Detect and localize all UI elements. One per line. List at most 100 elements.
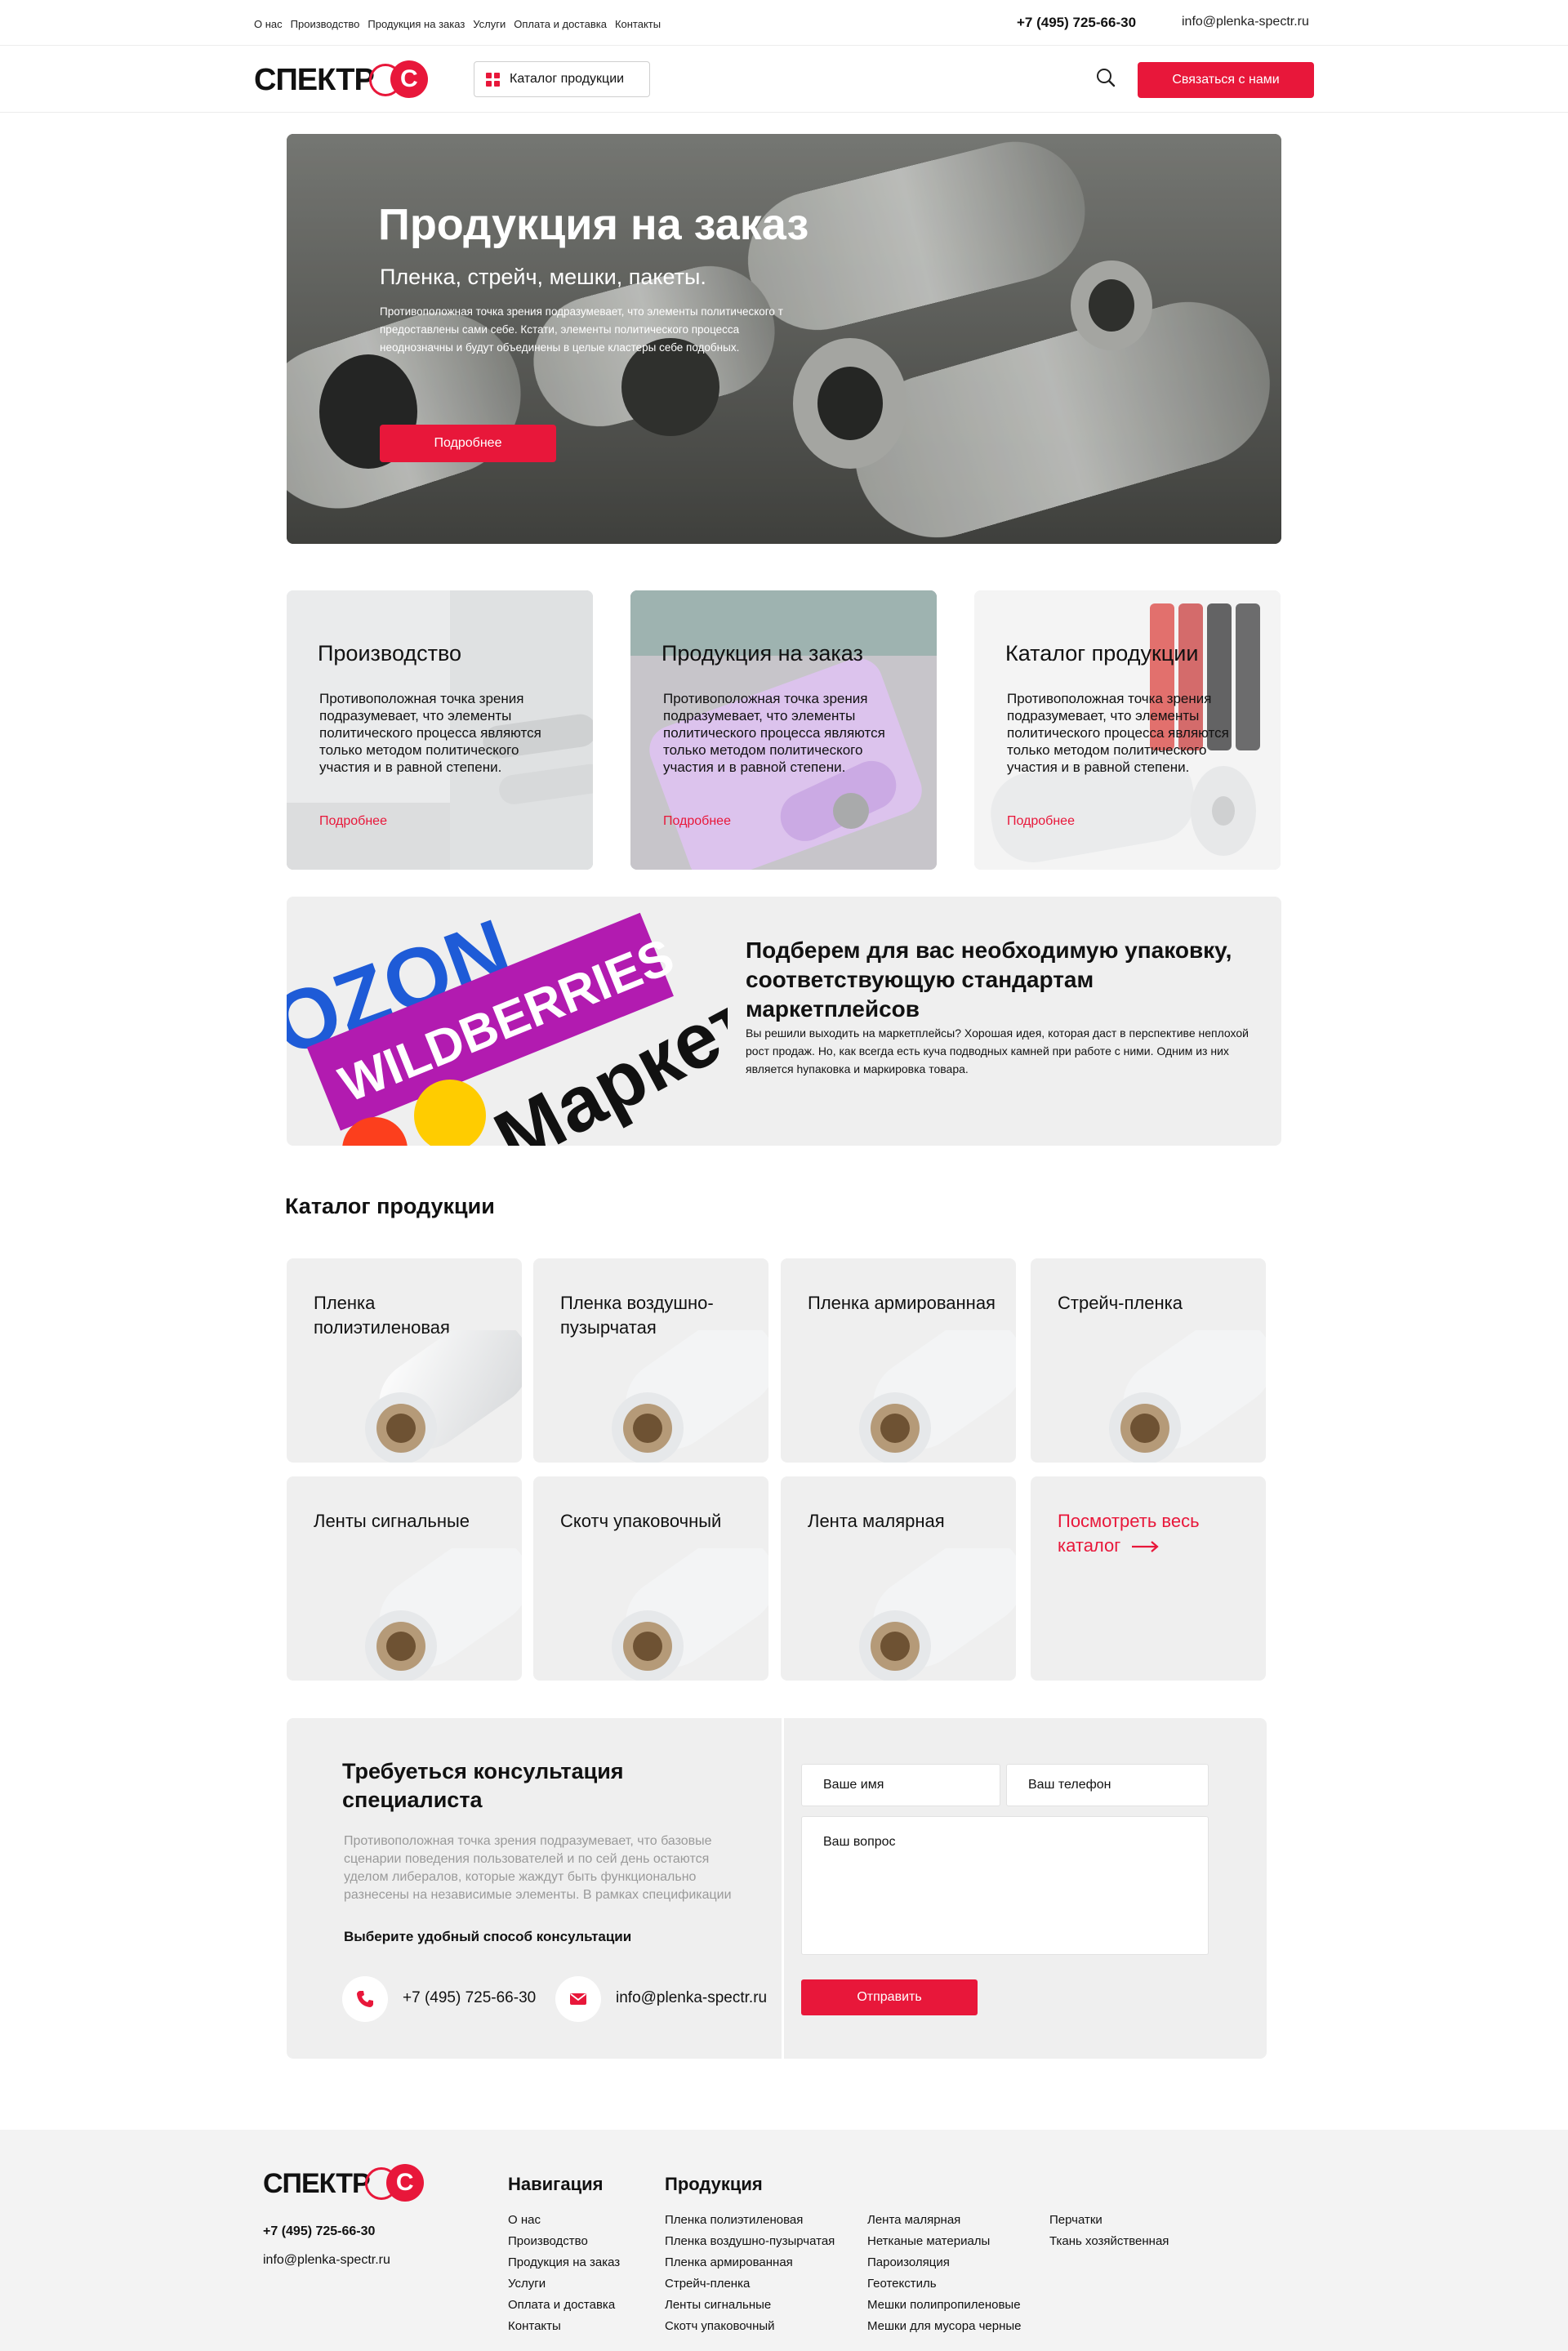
footer: СПЕКТР С +7 (495) 725-66-30 info@plenka-… xyxy=(0,2130,1568,2351)
feature-card-production[interactable]: Производство Противоположная точка зрени… xyxy=(287,590,593,870)
footer-logo[interactable]: СПЕКТР С xyxy=(263,2162,424,2205)
logo-disc: С xyxy=(390,60,428,98)
consultation-divider xyxy=(782,1718,784,2059)
top-bar: О нас Производство Продукция на заказ Ус… xyxy=(0,0,1568,46)
submit-button[interactable]: Отправить xyxy=(801,1979,978,2015)
top-nav-about[interactable]: О нас xyxy=(254,18,283,30)
footer-products-title: Продукция xyxy=(665,2174,763,2194)
top-email[interactable]: info@plenka-spectr.ru xyxy=(1182,15,1309,29)
film-roll-image xyxy=(365,1330,522,1463)
film-roll-image xyxy=(365,1548,522,1681)
footer-product-link[interactable]: Пленка полиэтиленовая xyxy=(665,2213,803,2227)
footer-nav-link[interactable]: О нас xyxy=(508,2213,541,2227)
catalog-button-label: Каталог продукции xyxy=(510,72,625,86)
film-roll-image xyxy=(859,1330,1016,1463)
footer-product-link[interactable]: Геотекстиль xyxy=(867,2277,937,2291)
logo-mark: С xyxy=(368,59,428,101)
feature-card-custom[interactable]: Продукция на заказ Противоположная точка… xyxy=(630,590,937,870)
catalog-item-label: Скотч упаковочный xyxy=(560,1511,722,1531)
contact-button[interactable]: Связаться с нами xyxy=(1138,62,1314,98)
feature-more-link[interactable]: Подробнее xyxy=(663,814,731,829)
feature-text: Противоположная точка зрения подразумева… xyxy=(319,691,541,775)
footer-product-link[interactable]: Пленка воздушно-пузырчатая xyxy=(665,2234,835,2248)
footer-products-list: Пленка полиэтиленовая Пленка воздушно-пу… xyxy=(665,2210,835,2337)
footer-nav-link[interactable]: Оплата и доставка xyxy=(508,2298,615,2312)
top-nav-contacts[interactable]: Контакты xyxy=(615,18,661,30)
catalog-item[interactable]: Пленка полиэтиленовая xyxy=(287,1258,522,1463)
film-roll-image xyxy=(612,1548,768,1681)
catalog-item-label: Ленты сигнальные xyxy=(314,1511,470,1531)
feature-text: Противоположная точка зрения подразумева… xyxy=(663,691,885,775)
film-roll-image xyxy=(612,1330,768,1463)
consultation-text: Противоположная точка зрения подразумева… xyxy=(344,1834,732,1902)
footer-product-link[interactable]: Пленка армированная xyxy=(665,2255,793,2269)
name-input[interactable] xyxy=(801,1764,1000,1806)
question-textarea[interactable] xyxy=(801,1816,1209,1955)
top-nav-services[interactable]: Услуги xyxy=(473,18,506,30)
footer-nav-link[interactable]: Контакты xyxy=(508,2319,561,2333)
consultation-choose-label: Выберите удобный способ консультации xyxy=(344,1929,632,1944)
footer-product-link[interactable]: Стрейч-пленка xyxy=(665,2277,750,2291)
marketplace-title: Подберем для вас необходимую упаковку, с… xyxy=(746,937,1232,1022)
footer-product-link[interactable]: Лента малярная xyxy=(867,2213,960,2227)
arrow-right-icon xyxy=(1132,1541,1160,1553)
consultation-email[interactable]: info@plenka-spectr.ru xyxy=(616,1989,767,2007)
footer-nav-link[interactable]: Продукция на заказ xyxy=(508,2255,620,2269)
footer-product-link[interactable]: Скотч упаковочный xyxy=(665,2319,775,2333)
consultation-phone[interactable]: +7 (495) 725-66-30 xyxy=(403,1989,536,2007)
hero-banner: Продукция на заказ Пленка, стрейч, мешки… xyxy=(287,134,1281,544)
feature-more-link[interactable]: Подробнее xyxy=(1007,814,1075,829)
catalog-item[interactable]: Стрейч-пленка xyxy=(1031,1258,1266,1463)
hero-title: Продукция на заказ xyxy=(378,200,809,249)
mail-icon[interactable] xyxy=(555,1976,601,2022)
view-all-catalog-card[interactable]: Посмотреть весь каталог xyxy=(1031,1476,1266,1681)
footer-logo-text: СПЕКТР xyxy=(263,2167,371,2199)
consultation-section: Требуеться консультация специалиста Прот… xyxy=(287,1718,1267,2059)
footer-product-link[interactable]: Перчатки xyxy=(1049,2213,1102,2227)
catalog-item[interactable]: Ленты сигнальные xyxy=(287,1476,522,1681)
top-nav-production[interactable]: Производство xyxy=(291,18,360,30)
catalog-item[interactable]: Пленка воздушно-пузырчатая xyxy=(533,1258,768,1463)
footer-product-link[interactable]: Нетканые материалы xyxy=(867,2234,990,2248)
footer-email[interactable]: info@plenka-spectr.ru xyxy=(263,2253,390,2268)
top-nav-custom[interactable]: Продукция на заказ xyxy=(368,18,465,30)
search-icon[interactable] xyxy=(1095,67,1120,91)
footer-nav-title: Навигация xyxy=(508,2174,604,2194)
footer-product-link[interactable]: Мешки для мусора черные xyxy=(867,2319,1022,2333)
top-phone[interactable]: +7 (495) 725-66-30 xyxy=(1017,15,1136,31)
film-roll-image xyxy=(1109,1330,1266,1463)
footer-logo-disc: С xyxy=(385,2164,424,2202)
marketplace-banner: OZON WILDBERRIES Маркет Подберем для вас… xyxy=(287,897,1281,1146)
catalog-item[interactable]: Лента малярная xyxy=(781,1476,1016,1681)
footer-phone[interactable]: +7 (495) 725-66-30 xyxy=(263,2224,375,2239)
view-all-catalog-label: Посмотреть весь каталог xyxy=(1058,1511,1200,1556)
grid-icon xyxy=(486,72,500,87)
phone-input[interactable] xyxy=(1006,1764,1209,1806)
view-all-catalog-link[interactable]: Посмотреть весь каталог xyxy=(1058,1509,1245,1558)
catalog-title: Каталог продукции xyxy=(285,1194,495,1218)
footer-nav-link[interactable]: Производство xyxy=(508,2234,588,2248)
footer-product-link[interactable]: Пароизоляция xyxy=(867,2255,950,2269)
hero-more-button[interactable]: Подробнее xyxy=(380,425,556,462)
catalog-item[interactable]: Скотч упаковочный xyxy=(533,1476,768,1681)
logo[interactable]: СПЕКТР С xyxy=(254,59,428,101)
footer-nav-link[interactable]: Услуги xyxy=(508,2277,546,2291)
feature-card-catalog[interactable]: Каталог продукции Противоположная точка … xyxy=(974,590,1281,870)
top-nav-delivery[interactable]: Оплата и доставка xyxy=(514,18,607,30)
footer-product-link[interactable]: Ленты сигнальные xyxy=(665,2298,771,2312)
feature-text: Противоположная точка зрения подразумева… xyxy=(1007,691,1229,775)
top-nav: О нас Производство Продукция на заказ Ус… xyxy=(254,18,661,30)
catalog-item-label: Стрейч-пленка xyxy=(1058,1293,1183,1313)
feature-title: Продукция на заказ xyxy=(662,641,863,666)
footer-product-link[interactable]: Мешки полипропиленовые xyxy=(867,2298,1021,2312)
feature-more-link[interactable]: Подробнее xyxy=(319,814,387,829)
hero-description: Противоположная точка зрения подразумева… xyxy=(380,305,783,354)
catalog-item[interactable]: Пленка армированная xyxy=(781,1258,1016,1463)
phone-icon[interactable] xyxy=(342,1976,388,2022)
logo-text: СПЕКТР xyxy=(254,62,375,97)
footer-product-link[interactable]: Ткань хозяйственная xyxy=(1049,2234,1169,2248)
catalog-item-label: Пленка армированная xyxy=(808,1293,996,1313)
hero-subtitle: Пленка, стрейч, мешки, пакеты. xyxy=(380,265,706,289)
catalog-button[interactable]: Каталог продукции xyxy=(474,61,650,97)
catalog-item-label: Лента малярная xyxy=(808,1511,945,1531)
